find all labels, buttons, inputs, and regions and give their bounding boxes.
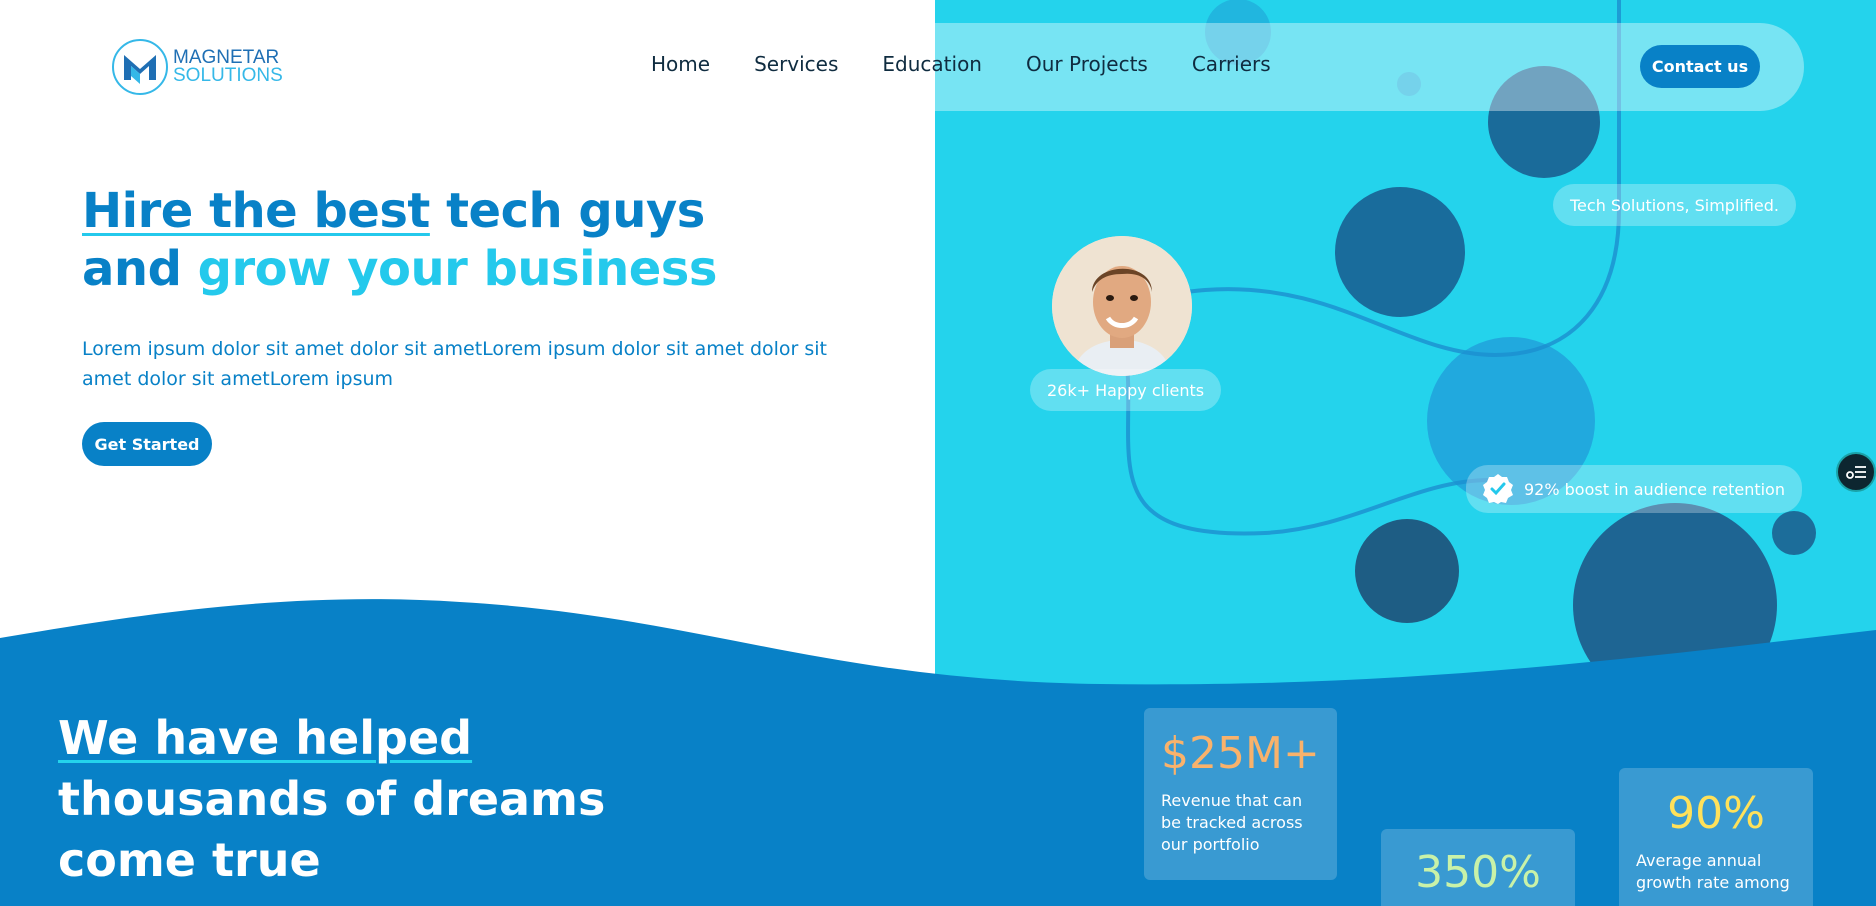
nav-link-our-projects[interactable]: Our Projects bbox=[1026, 52, 1148, 76]
stats-title-line2: thousands of dreams bbox=[58, 772, 606, 826]
stat-value: 350% bbox=[1415, 847, 1541, 898]
hero-description: Lorem ipsum dolor sit amet dolor sit ame… bbox=[82, 338, 828, 390]
stats-title-highlight: We have helped bbox=[58, 711, 473, 765]
retention-label: 92% boost in audience retention bbox=[1524, 479, 1785, 499]
nav-link-carriers[interactable]: Carriers bbox=[1192, 52, 1271, 76]
nav-link-home[interactable]: Home bbox=[651, 52, 710, 76]
nav-link-services[interactable]: Services bbox=[754, 52, 838, 76]
hero-title-and: and bbox=[82, 241, 198, 297]
hero-title-accent: grow your business bbox=[197, 241, 718, 297]
happy-clients-pill: 26k+ Happy clients bbox=[1030, 369, 1222, 411]
hero-title: Hire the best tech guys and grow your bu… bbox=[82, 182, 802, 298]
tagline-pill: Tech Solutions, Simplified. bbox=[1553, 184, 1797, 226]
floating-menu-button[interactable] bbox=[1836, 452, 1876, 492]
brand-logo[interactable]: MAGNETAR SOLUTIONS bbox=[111, 38, 283, 96]
settings-list-icon bbox=[1846, 466, 1866, 479]
happy-client-avatar bbox=[1052, 236, 1192, 376]
hero-title-highlight: Hire the best bbox=[82, 183, 430, 239]
contact-us-button[interactable]: Contact us bbox=[1640, 45, 1760, 88]
nav-link-education[interactable]: Education bbox=[882, 52, 982, 76]
stat-description: Revenue that can be tracked across our p… bbox=[1161, 791, 1303, 854]
hero-title-text: tech guys bbox=[429, 183, 705, 239]
main-nav: Home Services Education Our Projects Car… bbox=[651, 52, 1315, 76]
stat-value: 90% bbox=[1667, 788, 1765, 839]
stats-title-line3: come true bbox=[58, 833, 321, 887]
stats-title: We have helped thousands of dreams come … bbox=[58, 708, 658, 891]
stat-value: $25M+ bbox=[1161, 728, 1320, 779]
check-badge-icon bbox=[1483, 474, 1513, 504]
stat-card-annual-growth: 90% Average annual growth rate among bbox=[1619, 768, 1813, 906]
retention-pill: 92% boost in audience retention bbox=[1466, 465, 1802, 513]
brand-name-line2: SOLUTIONS bbox=[173, 65, 283, 86]
get-started-button[interactable]: Get Started bbox=[82, 422, 212, 466]
stat-description: Average annual growth rate among bbox=[1636, 851, 1790, 892]
stat-card-revenue: $25M+ Revenue that can be tracked across… bbox=[1144, 708, 1337, 880]
m-logo-icon bbox=[112, 39, 168, 95]
stat-card-growth: 350% bbox=[1381, 829, 1575, 906]
